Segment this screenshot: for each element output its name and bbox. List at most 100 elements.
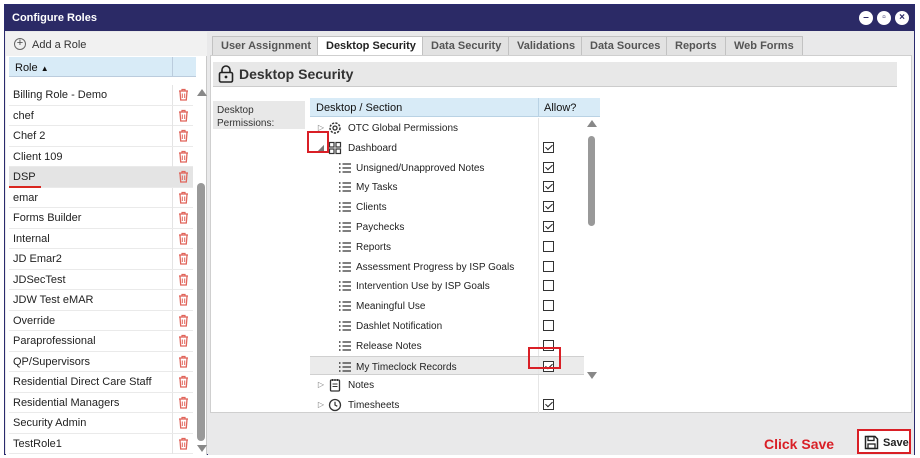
tab-desktop-security[interactable]: Desktop Security [317,36,425,56]
tree-row-label: Assessment Progress by ISP Goals [356,261,515,273]
trash-icon[interactable] [172,126,193,146]
trash-icon[interactable] [172,351,193,372]
tree-row[interactable]: My Tasks [310,177,584,198]
trash-icon[interactable] [172,433,193,454]
allow-checkbox[interactable] [543,280,554,292]
list-icon [338,220,352,234]
role-row[interactable]: DSP [9,167,193,188]
maximize-icon[interactable]: ▫ [877,11,891,25]
plus-circle-icon: + [14,38,26,50]
role-row[interactable]: chef [9,105,193,126]
role-row[interactable]: Override [9,310,193,331]
trash-icon[interactable] [172,105,193,126]
tree-row[interactable]: Paychecks [310,216,584,237]
role-name: Security Admin [13,417,87,429]
allow-checkbox[interactable] [543,201,554,213]
allow-checkbox[interactable] [543,220,554,232]
role-name: QP/Supervisors [13,355,91,368]
close-icon[interactable]: × [895,11,909,25]
trash-icon[interactable] [172,392,193,413]
trash-icon[interactable] [172,290,193,310]
trash-icon[interactable] [172,269,193,290]
role-row[interactable]: JDW Test eMAR [9,290,193,311]
allow-checkbox[interactable] [543,141,554,153]
collapsed-arrow-icon[interactable]: ▷ [316,380,326,390]
role-row[interactable]: QP/Supervisors [9,351,193,372]
tree-scroll-down-icon[interactable] [587,372,597,379]
lock-icon [218,65,234,83]
tab-data-sources[interactable]: Data Sources [581,36,670,55]
role-row[interactable]: Paraprofessional [9,331,193,352]
trash-icon[interactable] [172,310,193,331]
roles-scrollbar[interactable] [196,87,207,455]
allow-checkbox[interactable] [543,181,554,193]
list-icon [338,260,352,274]
role-row[interactable]: Security Admin [9,413,193,434]
tree-row[interactable]: Clients [310,197,584,217]
save-button[interactable]: Save [857,429,911,454]
roles-scroll-thumb[interactable] [197,183,205,441]
scroll-up-icon[interactable] [197,89,207,96]
tree-body: ▷ OTC Global Permissions ◢ Dashboard Unsigne… [310,118,584,415]
add-role-label: Add a Role [32,39,87,51]
trash-icon[interactable] [172,187,193,208]
tree-scroll-thumb[interactable] [588,136,595,226]
tree-row[interactable]: ▷ Timesheets [310,395,584,415]
floppy-disk-icon [864,435,879,450]
role-row[interactable]: JDSecTest [9,269,193,290]
tab-data-security[interactable]: Data Security [422,36,511,55]
tree-row[interactable]: Intervention Use by ISP Goals [310,276,584,297]
allow-checkbox[interactable] [543,260,554,272]
trash-icon[interactable] [172,85,193,105]
tree-row[interactable]: ▷ Notes [310,375,584,396]
tree-row[interactable]: Unsigned/Unapproved Notes [310,157,584,178]
allow-checkbox[interactable] [543,161,554,173]
tab-validations[interactable]: Validations [508,36,585,55]
trash-icon[interactable] [172,208,193,228]
tree-row[interactable]: Assessment Progress by ISP Goals [310,256,584,277]
section-column-header[interactable]: Desktop / Section [316,102,402,114]
trash-icon[interactable] [172,249,193,269]
role-row[interactable]: Residential Managers [9,392,193,413]
tree-row-label: Release Notes [356,340,422,352]
allow-checkbox[interactable] [543,399,554,411]
trash-icon[interactable] [172,331,193,351]
minimize-icon[interactable]: – [859,11,873,25]
tab-user-assignment[interactable]: User Assignment [212,36,321,55]
allow-checkbox[interactable] [543,319,554,331]
trash-icon[interactable] [172,372,193,392]
tree-row[interactable]: Dashlet Notification [310,315,584,336]
tree-row[interactable]: ◢ Dashboard [310,137,584,158]
tab-web-forms[interactable]: Web Forms [725,36,803,55]
tree-row-label: Timesheets [348,400,400,412]
tab-reports[interactable]: Reports [666,36,726,55]
role-row[interactable]: Forms Builder [9,208,193,229]
collapsed-arrow-icon[interactable]: ▷ [316,400,326,410]
list-icon [338,161,352,175]
tree-row[interactable]: Reports [310,236,584,257]
role-row[interactable]: Client 109 [9,146,193,167]
trash-icon[interactable] [172,167,193,187]
role-row[interactable]: Chef 2 [9,126,193,147]
allow-checkbox[interactable] [543,240,554,252]
allow-column-header[interactable]: Allow? [544,102,576,114]
role-row[interactable]: TestRole1 [9,433,193,454]
tree-scroll-up-icon[interactable] [587,120,597,127]
title-bar: Configure Roles – ▫ × [5,5,914,31]
trash-icon[interactable] [172,146,193,167]
trash-icon[interactable] [172,413,193,433]
tree-row[interactable]: ▷ OTC Global Permissions [310,118,584,138]
add-role-button[interactable]: + Add a Role [6,32,207,56]
scroll-down-icon[interactable] [197,445,207,452]
role-row[interactable]: emar [9,187,193,208]
trash-icon[interactable] [172,228,193,249]
tree-row[interactable]: Meaningful Use [310,296,584,316]
role-column-header[interactable]: Role ▲ [9,57,196,77]
role-row[interactable]: Billing Role - Demo [9,85,193,106]
allow-checkbox[interactable] [543,300,554,312]
tree-row-label: Dashlet Notification [356,320,443,332]
role-row[interactable]: Residential Direct Care Staff [9,372,193,393]
tree-scrollbar[interactable] [586,118,598,414]
role-row[interactable]: JD Emar2 [9,249,193,270]
role-row[interactable]: Internal [9,228,193,249]
